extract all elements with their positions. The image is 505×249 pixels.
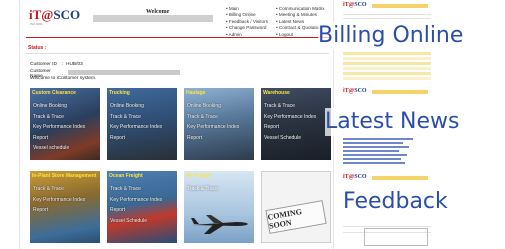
tile-link-track-trace[interactable]: Track & Trace [33, 184, 85, 195]
welcome-banner: Welcome [93, 9, 213, 22]
feedback-textarea-preview [364, 228, 428, 246]
caption-feedback: Feedback [343, 188, 448, 216]
portal-page: iT@SCO ISO 9001 Welcome Main Billing Onl… [19, 0, 334, 249]
tile-warehouse: Warehouse Track & Trace Key Performance … [261, 88, 331, 160]
tile-air-freight: Air Freight Track & Trace [184, 171, 254, 243]
customer-id-value: HUB/03 [66, 62, 83, 67]
tile-title: In-Plant Store Management [32, 173, 97, 179]
mini-logo-feedback: iT@SCO [343, 174, 367, 180]
tile-link-report[interactable]: Report [33, 133, 85, 144]
logo-subtext: ISO 9001 [30, 22, 43, 26]
tile-link-kpi[interactable]: Key Performance Index [264, 112, 316, 123]
welcome-message: Welcome to iCustomer system. [30, 76, 97, 81]
preview-table-row [343, 57, 431, 60]
tile-link-online-booking[interactable]: Online Booking [187, 101, 239, 112]
tile-title: Trucking [109, 90, 130, 96]
tile-coming-soon: COMING SOON [261, 171, 331, 243]
preview-header-bar [372, 4, 428, 8]
tile-title: Haulage [186, 90, 206, 96]
tile-link-report[interactable]: Report [110, 133, 162, 144]
preview-header-bar [372, 90, 428, 94]
tile-title: Air Freight [186, 173, 212, 179]
tile-link-online-booking[interactable]: Online Booking [33, 101, 85, 112]
preview-table-row [343, 77, 431, 80]
tile-link-track-trace[interactable]: Track & Trace [110, 184, 162, 195]
coming-soon-text: COMING SOON [266, 206, 303, 231]
caption-latest-news: Latest News [325, 108, 460, 136]
tile-title: Warehouse [263, 90, 290, 96]
preview-table-row [343, 52, 431, 55]
preview-table-row [343, 67, 431, 70]
tile-ocean-freight: Ocean Freight Track & Trace Key Performa… [107, 171, 177, 243]
tile-link-kpi[interactable]: Key Performance Index [110, 195, 162, 206]
news-item-line [343, 138, 413, 140]
tile-link-report[interactable]: Report [187, 133, 239, 144]
tile-title: Ocean Freight [109, 173, 143, 179]
news-item-line [343, 162, 405, 164]
tile-link-kpi[interactable]: Key Performance Index [33, 122, 85, 133]
caption-billing-online: Billing Online [318, 22, 464, 50]
top-menu-left: Main Billing Online Feedback / Visitors … [226, 6, 268, 38]
tile-link-track-trace[interactable]: Track & Trace [187, 184, 218, 195]
news-item-line [343, 150, 399, 152]
status-label: Status : [28, 45, 47, 51]
tile-link-vessel-schedule[interactable]: Vessel Schedule [110, 216, 162, 227]
welcome-user-redacted [93, 15, 213, 22]
customer-name-redacted [68, 70, 180, 75]
news-item-line [343, 158, 401, 160]
logo-sco-text: SCO [53, 7, 81, 22]
news-item-line [343, 146, 409, 148]
preview-table-row [343, 72, 431, 75]
tile-link-kpi[interactable]: Key Performance Index [33, 195, 85, 206]
news-item-line [343, 154, 407, 156]
tile-custom-clearance: Custom Clearance Online Booking Track & … [30, 88, 100, 160]
itasco-logo[interactable]: iT@SCO [29, 8, 80, 22]
logo-it-text: iT@ [29, 7, 54, 22]
customer-id-row: Customer ID: HUB/03 [30, 62, 83, 67]
tile-link-report[interactable]: Report [264, 122, 316, 133]
customer-id-label: Customer ID [30, 62, 57, 67]
menu-change-password[interactable]: Change Password [226, 25, 268, 31]
mini-logo-news: iT@SCO [343, 88, 367, 94]
tile-link-track-trace[interactable]: Track & Trace [33, 112, 85, 123]
tile-link-report[interactable]: Report [110, 205, 162, 216]
header-divider [26, 37, 329, 38]
preview-header-bar [372, 176, 428, 180]
airplane-icon [191, 215, 248, 234]
tile-haulage: Haulage Online Booking Track & Trace Key… [184, 88, 254, 160]
tile-link-report[interactable]: Report [33, 205, 85, 216]
tile-link-vessel-schedule[interactable]: Vessel schedule [33, 143, 85, 154]
tile-link-online-booking[interactable]: Online Booking [110, 101, 162, 112]
tile-link-kpi[interactable]: Key Performance Index [110, 122, 162, 133]
mini-logo-billing: iT@SCO [343, 2, 367, 8]
tile-link-track-trace[interactable]: Track & Trace [187, 112, 239, 123]
news-item-line [343, 142, 403, 144]
tile-link-kpi[interactable]: Key Performance Index [187, 122, 239, 133]
preview-line [343, 18, 431, 19]
coming-soon-sign: COMING SOON [265, 200, 327, 234]
tile-title: Custom Clearance [32, 90, 76, 96]
preview-line [343, 226, 431, 227]
tile-link-vessel-schedule[interactable]: Vessel Schedule [264, 133, 316, 144]
tile-link-track-trace[interactable]: Track & Trace [110, 112, 162, 123]
tile-link-track-trace[interactable]: Track & Trace [264, 101, 316, 112]
status-divider [26, 53, 329, 54]
tile-in-plant-store: In-Plant Store Management Track & Trace … [30, 171, 100, 243]
preview-table-row [343, 62, 431, 65]
preview-line [343, 14, 431, 15]
tile-trucking: Trucking Online Booking Track & Trace Ke… [107, 88, 177, 160]
